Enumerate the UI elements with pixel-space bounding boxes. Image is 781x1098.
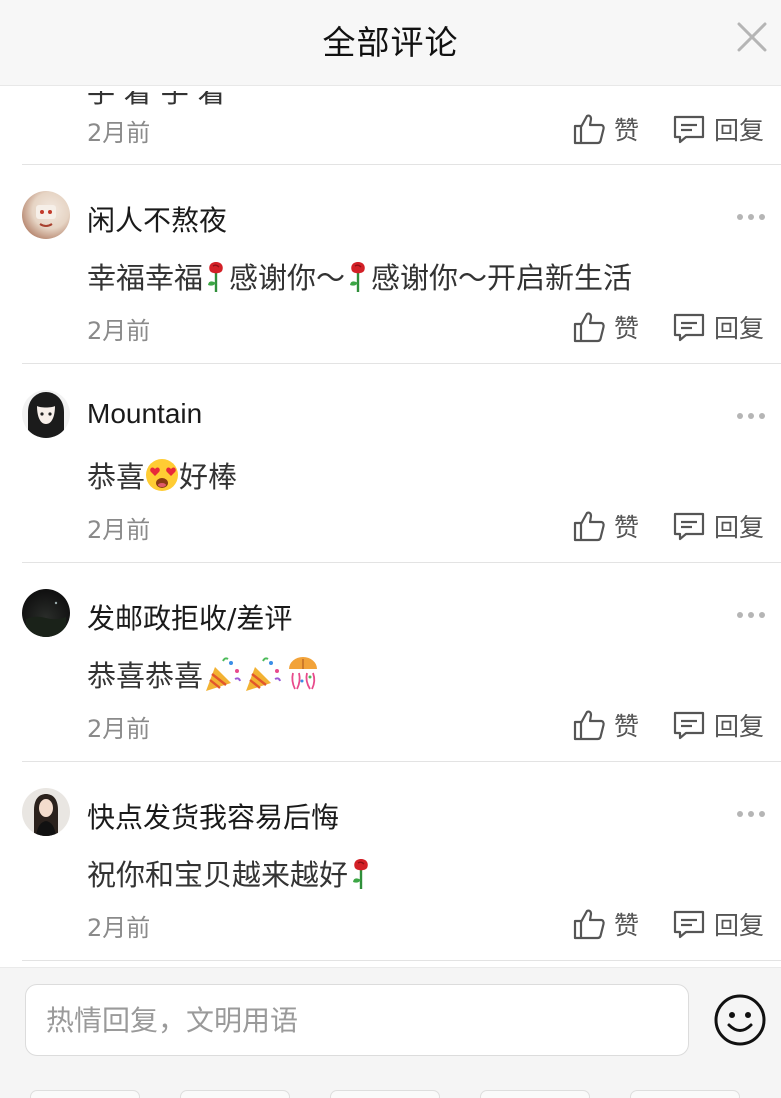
- avatar[interactable]: [22, 788, 70, 836]
- rose-icon: [208, 262, 223, 292]
- party-popper-icon: [246, 657, 281, 691]
- comment-item: Mountain 恭喜 好棒 2月前 赞 回复: [0, 364, 781, 563]
- content-text: 好棒: [179, 460, 238, 494]
- comment-icon: [673, 115, 705, 144]
- emoji-button[interactable]: [713, 993, 767, 1047]
- comment-item: 发邮政拒收/差评 恭喜恭喜 2月前 赞 回复: [0, 563, 781, 762]
- like-button[interactable]: 赞: [572, 307, 639, 347]
- toolbar-pill: [630, 1090, 740, 1098]
- comment-meta: 2月前 赞 回复: [0, 307, 781, 347]
- reply-button[interactable]: 回复: [672, 904, 764, 944]
- avatar[interactable]: [22, 589, 70, 637]
- username[interactable]: 快点发货我容易后悔: [87, 796, 339, 836]
- reply-label: 回复: [714, 314, 765, 343]
- comment-content: 恭喜 好棒: [87, 454, 237, 496]
- comment-meta: 2月前 赞 回复: [0, 705, 781, 745]
- close-button[interactable]: [735, 20, 769, 54]
- like-button[interactable]: 赞: [572, 705, 639, 745]
- thumbs-up-icon: [573, 511, 605, 542]
- comment-item: 快点发货我容易后悔 祝你和宝贝越来越好 2月前 赞 回复: [0, 762, 781, 967]
- reply-label: 回复: [714, 911, 765, 940]
- username[interactable]: 闲人不熬夜: [87, 199, 227, 239]
- reply-button[interactable]: 回复: [672, 705, 764, 745]
- party-popper-icon: [206, 657, 241, 691]
- comment-icon: [673, 313, 705, 342]
- like-label: 赞: [614, 314, 640, 343]
- like-label: 赞: [614, 911, 640, 940]
- comment-time: 2月前: [87, 914, 151, 942]
- bottom-toolbar-peek: [0, 1090, 781, 1098]
- avatar[interactable]: [22, 191, 70, 239]
- toolbar-pill: [180, 1090, 290, 1098]
- like-button[interactable]: 赞: [572, 506, 639, 546]
- comment-content: 幸福幸福 感谢你～ 感谢你～开启新生活: [87, 255, 632, 297]
- comment-item: 闲人不熬夜 幸福幸福 感谢你～ 感谢你～开启新生活 2月前 赞 回复: [0, 165, 781, 364]
- divider: [22, 960, 781, 961]
- comment-item: 手 着 手 着 2月前 赞 回复: [0, 87, 781, 165]
- reply-button[interactable]: 回复: [672, 307, 764, 347]
- rose-icon: [353, 859, 368, 889]
- more-dots-icon[interactable]: [735, 809, 767, 819]
- comment-time: 2月前: [87, 516, 151, 544]
- thumbs-up-icon: [573, 710, 605, 741]
- comment-meta: 2月前 赞 回复: [0, 506, 781, 546]
- confetti-ball-icon: [289, 657, 318, 690]
- like-button[interactable]: 赞: [572, 109, 639, 149]
- content-text: 恭喜恭喜: [87, 659, 204, 693]
- comment-list[interactable]: 手 着 手 着 2月前 赞 回复 闲人不熬夜 幸福幸福 感谢你～ 感谢你～开启新…: [0, 87, 781, 967]
- comment-meta: 2月前 赞 回复: [0, 109, 781, 149]
- reply-label: 回复: [714, 513, 765, 542]
- content-text: 感谢你～开启新生活: [371, 261, 633, 295]
- reply-label: 回复: [714, 712, 765, 741]
- reply-bar: [0, 967, 781, 1098]
- like-label: 赞: [614, 513, 640, 542]
- comment-time: 2月前: [87, 715, 151, 743]
- comment-icon: [673, 910, 705, 939]
- more-dots-icon[interactable]: [735, 212, 767, 222]
- like-label: 赞: [614, 712, 640, 741]
- reply-input[interactable]: [25, 984, 689, 1056]
- rose-icon: [350, 262, 365, 292]
- toolbar-pill: [480, 1090, 590, 1098]
- toolbar-pill: [30, 1090, 140, 1098]
- avatar[interactable]: [22, 390, 70, 438]
- comment-icon: [673, 512, 705, 541]
- thumbs-up-icon: [573, 909, 605, 940]
- toolbar-pill: [330, 1090, 440, 1098]
- reply-button[interactable]: 回复: [672, 506, 764, 546]
- header: 全部评论: [0, 0, 781, 86]
- username[interactable]: Mountain: [87, 398, 202, 430]
- comment-time: 2月前: [87, 317, 151, 345]
- reply-button[interactable]: 回复: [672, 109, 764, 149]
- content-text: 感谢你～: [229, 261, 346, 295]
- content-text: 祝你和宝贝越来越好: [87, 858, 349, 892]
- more-dots-icon[interactable]: [735, 610, 767, 620]
- smiley-icon: [714, 994, 766, 1046]
- comment-meta: 2月前 赞 回复: [0, 904, 781, 944]
- more-dots-icon[interactable]: [735, 411, 767, 421]
- page-title: 全部评论: [322, 23, 459, 62]
- thumbs-up-icon: [573, 114, 605, 145]
- comment-content: 恭喜恭喜: [87, 653, 323, 695]
- content-text: 幸福幸福: [87, 261, 204, 295]
- like-button[interactable]: 赞: [572, 904, 639, 944]
- comment-content: 祝你和宝贝越来越好: [87, 852, 374, 894]
- heart-eyes-icon: [146, 459, 179, 491]
- username[interactable]: 发邮政拒收/差评: [87, 597, 292, 637]
- comment-content: 手 着 手 着: [87, 87, 226, 109]
- reply-label: 回复: [714, 116, 765, 145]
- content-text: 恭喜: [87, 460, 146, 494]
- comment-icon: [673, 711, 705, 740]
- comment-time: 2月前: [87, 119, 151, 147]
- like-label: 赞: [614, 116, 640, 145]
- close-icon: [737, 22, 767, 52]
- thumbs-up-icon: [573, 312, 605, 343]
